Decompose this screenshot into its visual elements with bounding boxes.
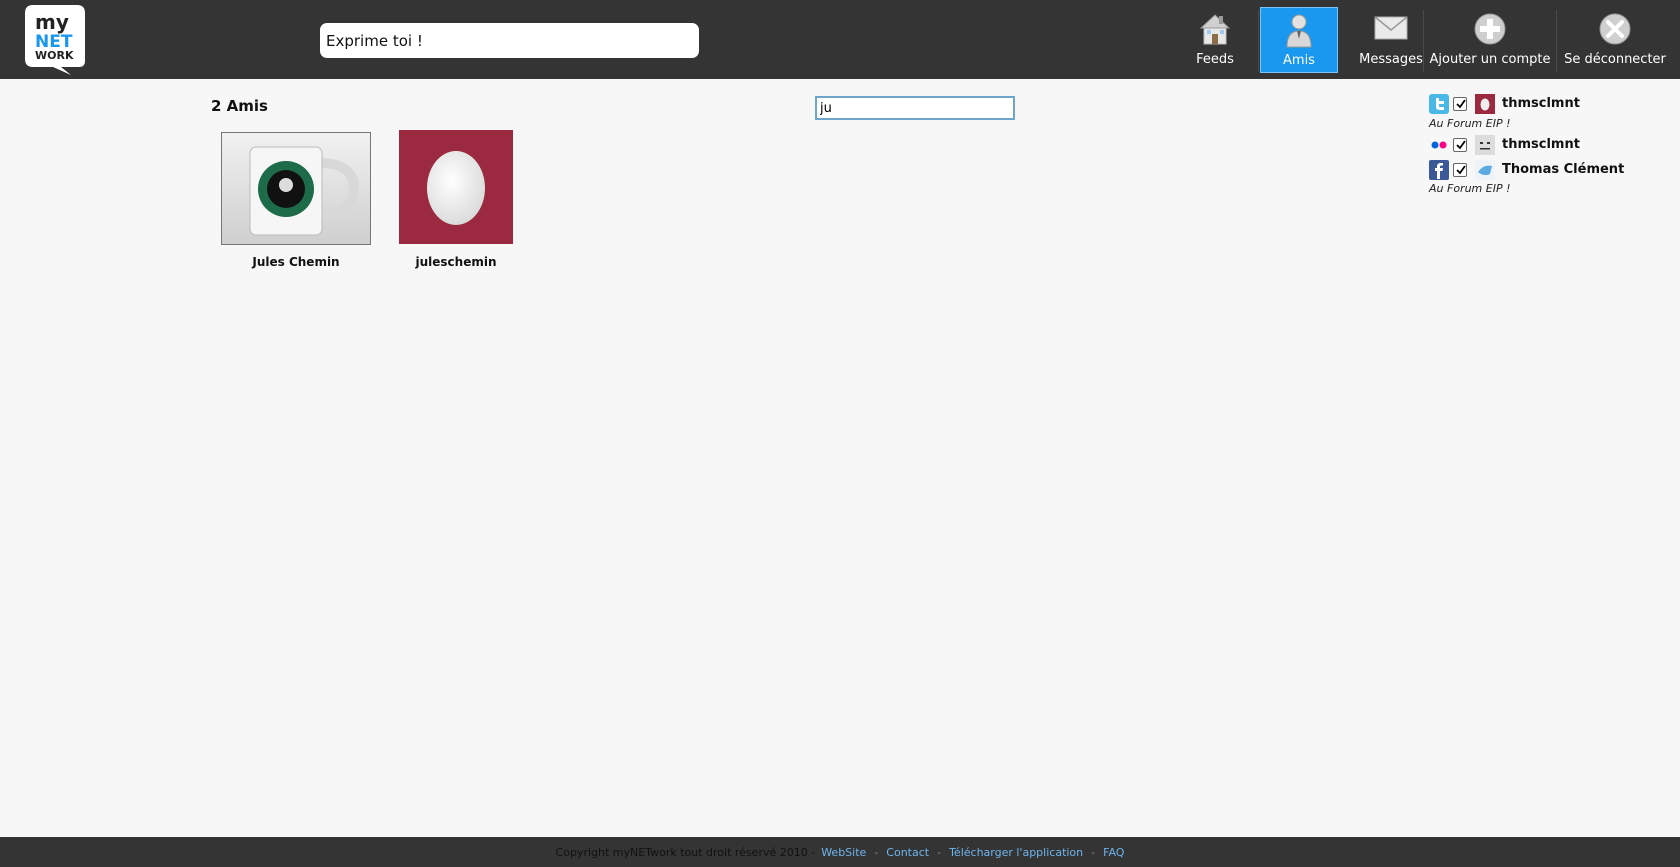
friend-name[interactable]: juleschemin [399,255,513,269]
nav-divider [1556,10,1557,72]
friend-avatar[interactable] [399,130,513,244]
footer-separator: - [874,845,879,859]
friend-card[interactable]: Jules Chemin [221,130,371,275]
footer-link-website[interactable]: WebSite [821,846,866,859]
friends-count: 2 Amis [211,97,268,115]
footer-separator: - [1091,845,1096,859]
mynetwork-logo[interactable]: my NET WORK [25,5,85,75]
add-icon [1473,12,1507,50]
friend-icon [1284,13,1314,53]
account-checkbox[interactable] [1453,138,1467,152]
friend-card[interactable]: juleschemin [399,130,513,275]
facebook-icon [1429,160,1449,180]
svg-text:WORK: WORK [35,49,74,62]
nav-add-account-label: Ajouter un compte [1429,52,1551,67]
account-checkbox[interactable] [1453,97,1467,111]
footer-copyright: Copyright myNETwork tout droit réservé 2… [555,845,816,859]
nav-logout-label: Se déconnecter [1564,52,1666,67]
nav-divider [1258,10,1259,72]
nav-messages-label: Messages [1359,52,1423,67]
footer-separator: - [937,845,942,859]
nav-logout[interactable]: Se déconnecter [1562,7,1668,73]
account-avatar [1475,160,1495,180]
account-status: Au Forum EIP ! [1429,117,1511,130]
account-avatar [1475,135,1495,155]
account-checkbox[interactable] [1453,163,1467,177]
footer-link-faq[interactable]: FAQ [1103,846,1124,859]
footer: Copyright myNETwork tout droit réservé 2… [0,837,1680,867]
top-bar: my NET WORK Feeds A [0,0,1680,79]
friend-name[interactable]: Jules Chemin [221,255,371,269]
nav-feeds-label: Feeds [1196,52,1234,67]
friend-search-input[interactable] [815,96,1015,120]
mail-icon [1374,12,1408,46]
twitter-icon [1429,94,1449,114]
nav-add-account[interactable]: Ajouter un compte [1428,7,1552,73]
account-name[interactable]: thmsclmnt [1502,137,1580,152]
friend-avatar[interactable] [221,132,371,245]
close-icon [1598,12,1632,50]
account-name[interactable]: Thomas Clément [1502,162,1624,177]
nav-feeds[interactable]: Feeds [1185,7,1245,73]
account-name[interactable]: thmsclmnt [1502,96,1580,111]
footer-link-download[interactable]: Télécharger l'application [949,846,1083,859]
account-status: Au Forum EIP ! [1429,182,1511,195]
nav-amis[interactable]: Amis [1260,7,1338,73]
nav-amis-label: Amis [1283,53,1315,68]
account-avatar [1475,94,1495,114]
home-icon [1199,12,1231,50]
svg-text:my: my [35,10,69,34]
nav-divider [1423,10,1424,72]
flickr-icon [1429,135,1449,155]
footer-link-contact[interactable]: Contact [886,846,929,859]
nav-messages[interactable]: Messages [1350,7,1432,73]
status-input[interactable] [320,23,699,58]
